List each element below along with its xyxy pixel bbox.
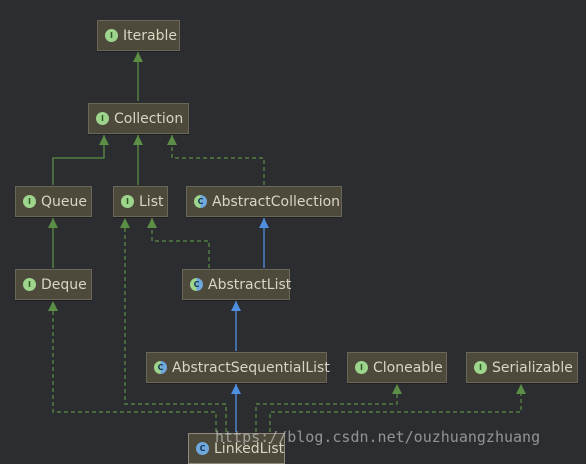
node-label: AbstractSequentialList [172,359,330,376]
node-abstract-collection[interactable]: C AbstractCollection [186,186,342,217]
node-label: Iterable [123,27,177,44]
abstract-class-icon: C [194,195,207,208]
arrowhead [167,135,177,145]
node-label: List [139,193,164,210]
abstract-class-icon: C [154,361,167,374]
node-label: Queue [41,193,87,210]
edge-queue-collection [52,135,105,185]
abstract-class-icon: C [190,278,203,291]
node-label: AbstractList [208,276,292,293]
node-deque[interactable]: I Deque [15,269,92,300]
edge-linkedlist-list [124,218,227,432]
node-cloneable[interactable]: I Cloneable [347,352,447,383]
interface-icon: I [23,278,36,291]
node-abstract-list[interactable]: C AbstractList [182,269,292,300]
arrowhead [259,218,269,228]
interface-icon: I [23,195,36,208]
node-collection[interactable]: I Collection [88,103,189,134]
class-icon: C [196,442,209,455]
uml-edges [48,52,526,432]
interface-icon: I [355,361,368,374]
node-label: Deque [41,276,87,293]
node-list[interactable]: I List [113,186,168,217]
interface-icon: I [474,361,487,374]
arrowhead [120,218,130,228]
arrowhead [231,301,241,311]
arrowhead [392,384,402,394]
arrowhead [48,301,58,311]
node-serializable[interactable]: I Serializable [466,352,578,383]
interface-icon: I [96,112,109,125]
edge-abstractcollection-collection [171,135,265,185]
node-label: Collection [114,110,184,127]
arrowhead [231,384,241,394]
node-abstract-sequential-list[interactable]: C AbstractSequentialList [146,352,330,383]
arrowhead [147,218,157,228]
node-label: Cloneable [373,359,443,376]
arrowhead [99,135,109,145]
arrowhead [133,52,143,62]
watermark-text: https://blog.csdn.net/ouzhuangzhuang [215,428,541,446]
arrowhead [133,135,143,145]
node-iterable[interactable]: I Iterable [97,20,180,51]
node-queue[interactable]: I Queue [15,186,92,217]
edge-linkedlist-cloneable [255,384,398,432]
arrowhead [516,384,526,394]
arrowhead [48,218,58,228]
interface-icon: I [105,29,118,42]
interface-icon: I [121,195,134,208]
node-label: Serializable [492,359,573,376]
node-label: AbstractCollection [212,193,341,210]
edge-abstractlist-list [151,218,210,268]
